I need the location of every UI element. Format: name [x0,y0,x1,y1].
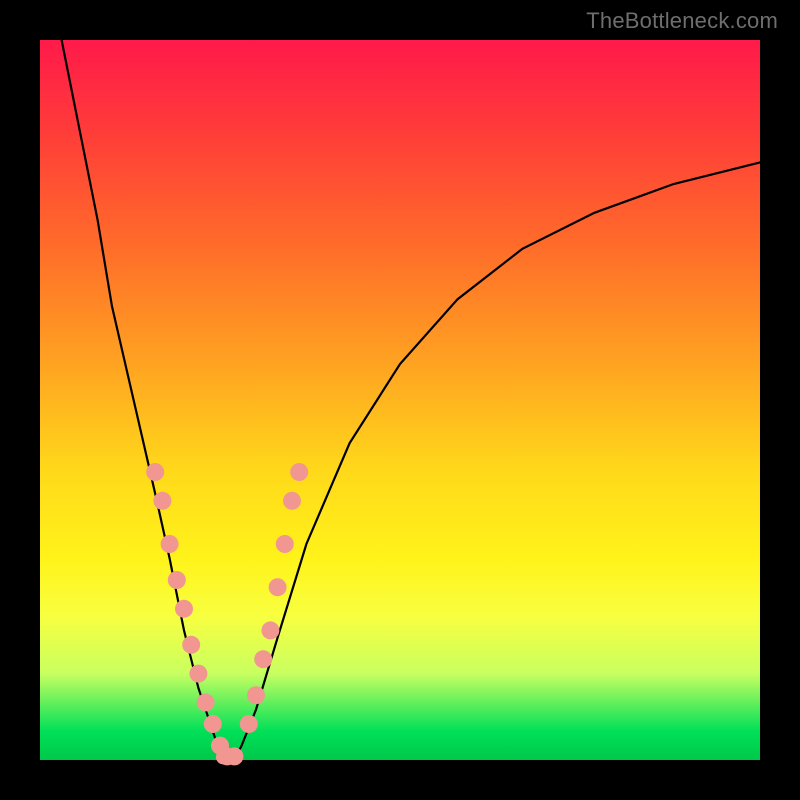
chart-svg [40,40,760,760]
curve-right [234,162,760,760]
plot-area [40,40,760,760]
marker-dot [189,665,207,683]
marker-dot [175,600,193,618]
marker-dot [247,686,265,704]
marker-dot [197,693,215,711]
marker-dot [161,535,179,553]
marker-dot [261,621,279,639]
marker-dot [269,578,287,596]
marker-dot [254,650,272,668]
marker-dot [182,636,200,654]
trough-bar [216,750,241,764]
watermark-text: TheBottleneck.com [586,8,778,34]
marker-dot [283,492,301,510]
marker-dot [204,715,222,733]
curve-left [62,40,228,760]
marker-dot [276,535,294,553]
marker-dot [290,463,308,481]
marker-dot [168,571,186,589]
marker-dot [146,463,164,481]
marker-dot [240,715,258,733]
marker-dot [153,492,171,510]
